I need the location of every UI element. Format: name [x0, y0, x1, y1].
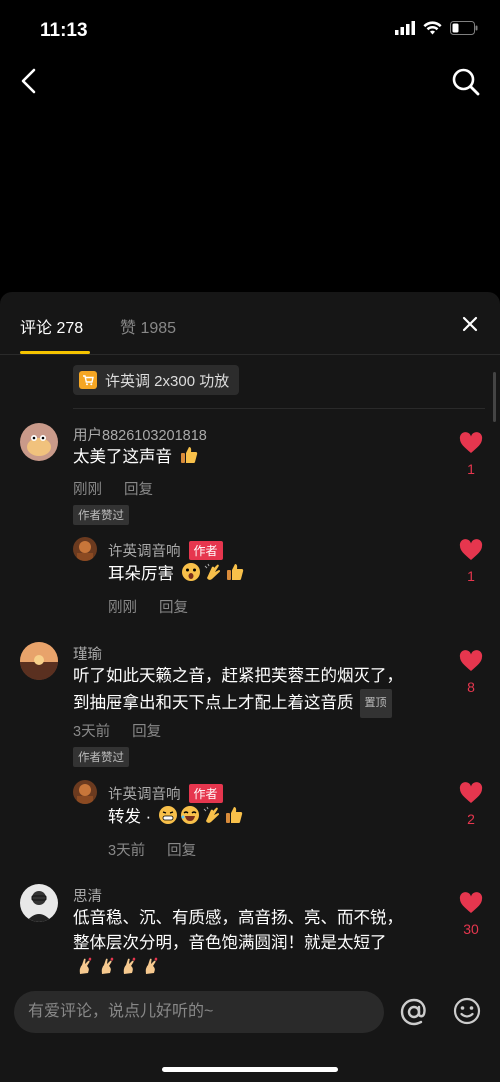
like-count: 1 — [467, 568, 475, 584]
like-count: 30 — [463, 921, 479, 937]
tab-comments[interactable]: 评论 278 — [20, 314, 83, 338]
scrollbar[interactable] — [493, 372, 496, 422]
home-indicator[interactable] — [162, 1067, 338, 1072]
laughing-face-icon — [180, 805, 200, 825]
product-tag[interactable]: 许英调 2x300 功放 — [73, 365, 240, 395]
cart-icon — [79, 371, 97, 389]
finger-heart-icon — [119, 956, 139, 976]
product-label: 许英调 2x300 功放 — [105, 372, 230, 390]
comments-sheet: 评论 278 赞 1985 许英调 2x300 功放 用户88261032018… — [0, 292, 500, 1082]
like-button[interactable]: 1 — [456, 539, 486, 584]
close-icon[interactable] — [460, 314, 480, 334]
top-nav — [0, 58, 500, 104]
thumbs-up-icon — [225, 562, 245, 582]
reply-meta: 刚刚 回复 — [108, 596, 210, 617]
heart-icon — [459, 892, 483, 913]
clapping-hands-icon — [202, 805, 222, 825]
heart-icon — [459, 539, 483, 560]
thumbs-up-icon — [224, 805, 244, 825]
divider — [73, 408, 485, 409]
at-mention-icon[interactable] — [398, 996, 430, 1028]
pinned-tag: 置顶 — [359, 689, 392, 718]
reply-username[interactable]: 许英调音响 作者 — [108, 540, 223, 561]
wifi-icon — [423, 21, 442, 35]
heart-icon — [459, 650, 483, 671]
grinning-face-icon — [158, 805, 178, 825]
like-button[interactable]: 2 — [456, 782, 486, 827]
comment-text: 太美了这声音 — [73, 445, 199, 470]
tab-likes[interactable]: 赞 1985 — [120, 314, 176, 338]
author-tag: 作者 — [188, 784, 223, 803]
author-liked-badge: 作者赞过 — [73, 505, 129, 525]
comment-text: 听了如此天籁之音，赶紧把芙蓉王的烟灭了， 到抽屉拿出和天下点上才配上着这音质 置顶 — [73, 664, 403, 718]
thumbs-up-icon — [179, 445, 199, 465]
comment-meta: 刚刚 回复 — [73, 478, 175, 499]
comment-input-bar: 有爱评论，说点儿好听的~ — [0, 980, 500, 1082]
comment-tabs: 评论 278 赞 1985 — [0, 292, 500, 355]
comment-time: 刚刚 — [73, 482, 102, 498]
reply-username[interactable]: 许英调音响 作者 — [108, 783, 223, 804]
finger-heart-icon — [141, 956, 161, 976]
author-liked-badge: 作者赞过 — [73, 747, 129, 767]
like-count: 1 — [467, 461, 475, 477]
like-button[interactable]: 30 — [456, 892, 486, 937]
heart-icon — [459, 432, 483, 453]
avatar[interactable] — [20, 884, 58, 922]
comment-username[interactable]: 瑾瑜 — [73, 643, 102, 664]
like-button[interactable]: 1 — [456, 432, 486, 477]
comment-time: 3天前 — [73, 724, 111, 740]
search-icon[interactable] — [450, 66, 482, 98]
reply-text: 耳朵厉害 — [108, 562, 245, 587]
heart-icon — [459, 782, 483, 803]
comment-input[interactable]: 有爱评论，说点儿好听的~ — [14, 991, 384, 1033]
reply-button[interactable]: 回复 — [132, 724, 161, 740]
comment-username[interactable]: 思清 — [73, 885, 102, 906]
comment-username[interactable]: 用户8826103201818 — [73, 424, 207, 445]
reply-text: 转发 · — [108, 805, 244, 830]
comment-text: 低音稳、沉、有质感，高音扬、亮、而不锐， 整体层次分明，音色饱满圆润！就是太短了 — [73, 906, 403, 981]
finger-heart-icon — [97, 956, 117, 976]
reply-meta: 3天前 回复 — [108, 839, 218, 860]
like-count: 2 — [467, 811, 475, 827]
status-bar: 11:13 — [0, 0, 500, 58]
reply-button[interactable]: 回复 — [124, 482, 153, 498]
reply-button[interactable]: 回复 — [159, 600, 188, 616]
comment-time: 刚刚 — [108, 600, 137, 616]
clapping-hands-icon — [203, 562, 223, 582]
finger-heart-icon — [75, 956, 95, 976]
emoji-row — [73, 956, 403, 981]
status-time: 11:13 — [40, 20, 88, 41]
like-count: 8 — [467, 679, 475, 695]
comment-meta: 3天前 回复 — [73, 720, 183, 741]
reply-button[interactable]: 回复 — [167, 843, 196, 859]
back-icon[interactable] — [16, 66, 44, 96]
like-button[interactable]: 8 — [456, 650, 486, 695]
emoji-icon[interactable] — [452, 996, 482, 1026]
avatar[interactable] — [73, 780, 97, 804]
signal-icon — [395, 21, 415, 35]
battery-icon — [450, 21, 478, 35]
shocked-face-icon — [181, 562, 201, 582]
comment-time: 3天前 — [108, 843, 146, 859]
tab-underline — [20, 351, 90, 354]
avatar[interactable] — [73, 537, 97, 561]
avatar[interactable] — [20, 423, 58, 461]
avatar[interactable] — [20, 642, 58, 680]
author-tag: 作者 — [188, 541, 223, 560]
